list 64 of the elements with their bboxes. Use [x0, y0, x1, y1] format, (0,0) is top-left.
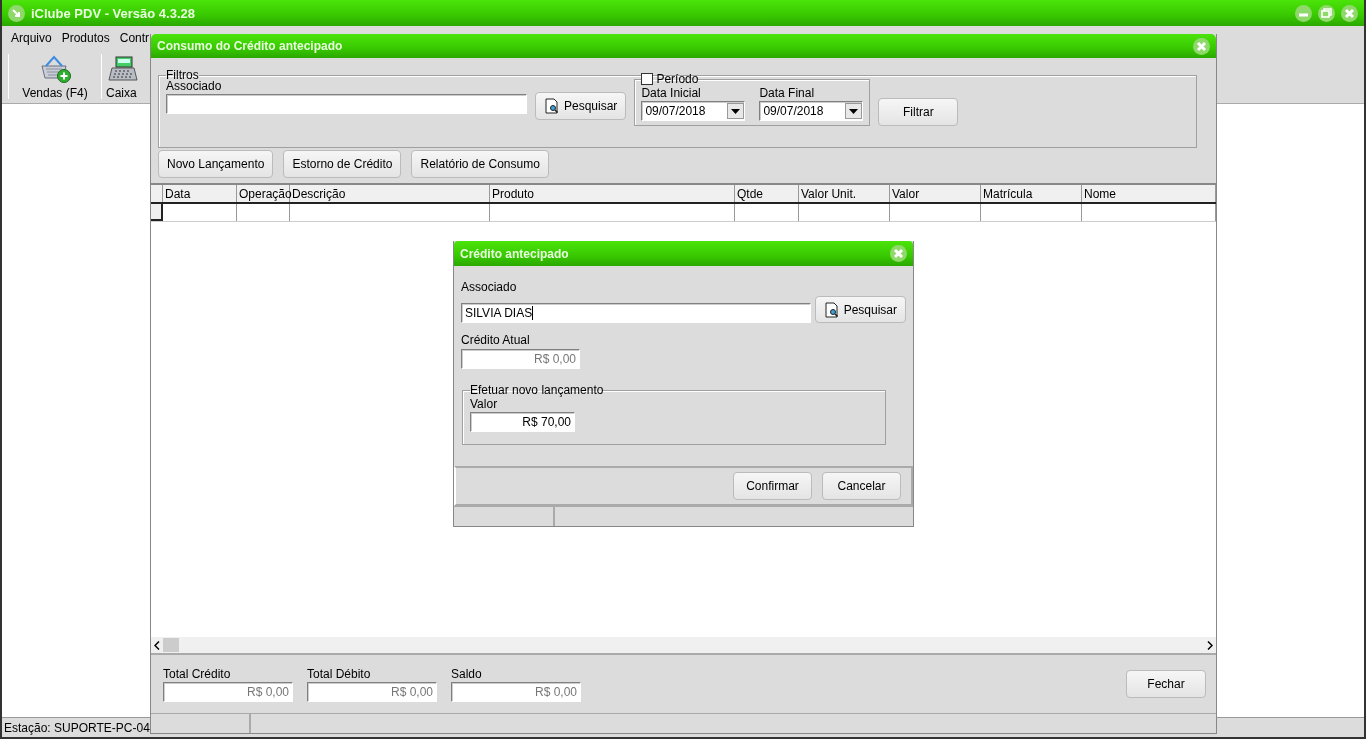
close-icon[interactable] [1193, 37, 1210, 55]
dialog-title: Crédito antecipado [460, 246, 569, 261]
credit-field: R$ 0,00 [461, 349, 580, 369]
window-title: Consumo do Crédito antecipado [157, 39, 343, 53]
scroll-left-icon[interactable] [154, 640, 160, 650]
column-header[interactable]: Nome [1082, 185, 1216, 202]
cash-register-icon [106, 53, 140, 84]
dialog-button[interactable]: Cancelar [822, 472, 901, 500]
input-field[interactable]: SILVIA DIAS [461, 303, 811, 323]
toolbar-button[interactable]: Vendas (F4) [13, 52, 97, 101]
column-header[interactable]: Data [163, 185, 237, 202]
field-label: Saldo [451, 666, 483, 681]
caret-icon [849, 108, 859, 114]
group-label: Filtros [166, 68, 199, 82]
menu-item[interactable]: Contr [114, 31, 155, 45]
search-button[interactable]: Pesquisar [814, 296, 906, 323]
field-label: Data Inicial [641, 86, 702, 100]
action-button[interactable]: Novo Lançamento [158, 150, 274, 178]
date-field[interactable]: 09/07/2018 [759, 101, 864, 121]
dialog-button[interactable]: Confirmar [733, 472, 812, 500]
column-header[interactable]: Matrícula [981, 185, 1082, 202]
column-header[interactable]: Descrição [290, 185, 490, 202]
total-field: R$ 0,00 [163, 681, 293, 702]
window-title: iClube PDV - Versão 4.3.28 [31, 5, 196, 21]
field-label: Associado [166, 79, 223, 93]
field-label: Total Crédito [163, 666, 232, 681]
column-header[interactable]: Operação [237, 185, 290, 202]
scrollbar-thumb[interactable] [163, 638, 179, 652]
search-button[interactable]: Pesquisar [535, 92, 627, 120]
field-label: Total Débito [307, 666, 372, 681]
minimize-icon[interactable] [1295, 4, 1312, 22]
action-button[interactable]: Estorno de Crédito [283, 150, 402, 178]
scroll-right-icon[interactable] [1207, 640, 1213, 650]
action-button[interactable]: Relatório de Consumo [411, 150, 549, 178]
filter-button[interactable]: Filtrar [878, 98, 959, 126]
date-field[interactable]: 09/07/2018 [641, 101, 746, 121]
checkbox-label: Período [656, 72, 699, 86]
dropdown-button[interactable] [727, 103, 745, 119]
menu-item[interactable]: Produtos [56, 31, 115, 45]
value-field[interactable]: R$ 70,00 [470, 412, 575, 432]
column-header[interactable]: Qtde [735, 185, 799, 202]
basket-icon [38, 53, 72, 84]
column-header[interactable]: Valor [890, 185, 981, 202]
search-icon [823, 301, 840, 318]
group-label: Efetuar novo lançamento [470, 383, 604, 397]
dropdown-button[interactable] [845, 103, 863, 119]
column-header[interactable]: Valor Unit. [799, 185, 890, 202]
total-field: R$ 0,00 [307, 681, 437, 702]
total-field: R$ 0,00 [451, 681, 581, 702]
column-header[interactable]: Produto [490, 185, 735, 202]
restore-icon[interactable] [1318, 4, 1335, 22]
close-icon[interactable] [1341, 4, 1358, 22]
close-icon[interactable] [890, 245, 907, 262]
field-label: Valor [470, 397, 498, 411]
close-button[interactable]: Fechar [1126, 670, 1206, 698]
checkbox[interactable] [641, 73, 654, 85]
status-text: Estação: SUPORTE-PC-04 [4, 720, 150, 735]
caret-icon [731, 108, 741, 114]
search-icon [544, 98, 560, 114]
field-label: Crédito Atual [461, 333, 531, 347]
field-label: Data Final [759, 86, 816, 100]
field-label: Associado [461, 280, 518, 294]
toolbar-button[interactable]: Caixa [106, 52, 154, 101]
menu-item[interactable]: Arquivo [6, 31, 57, 45]
